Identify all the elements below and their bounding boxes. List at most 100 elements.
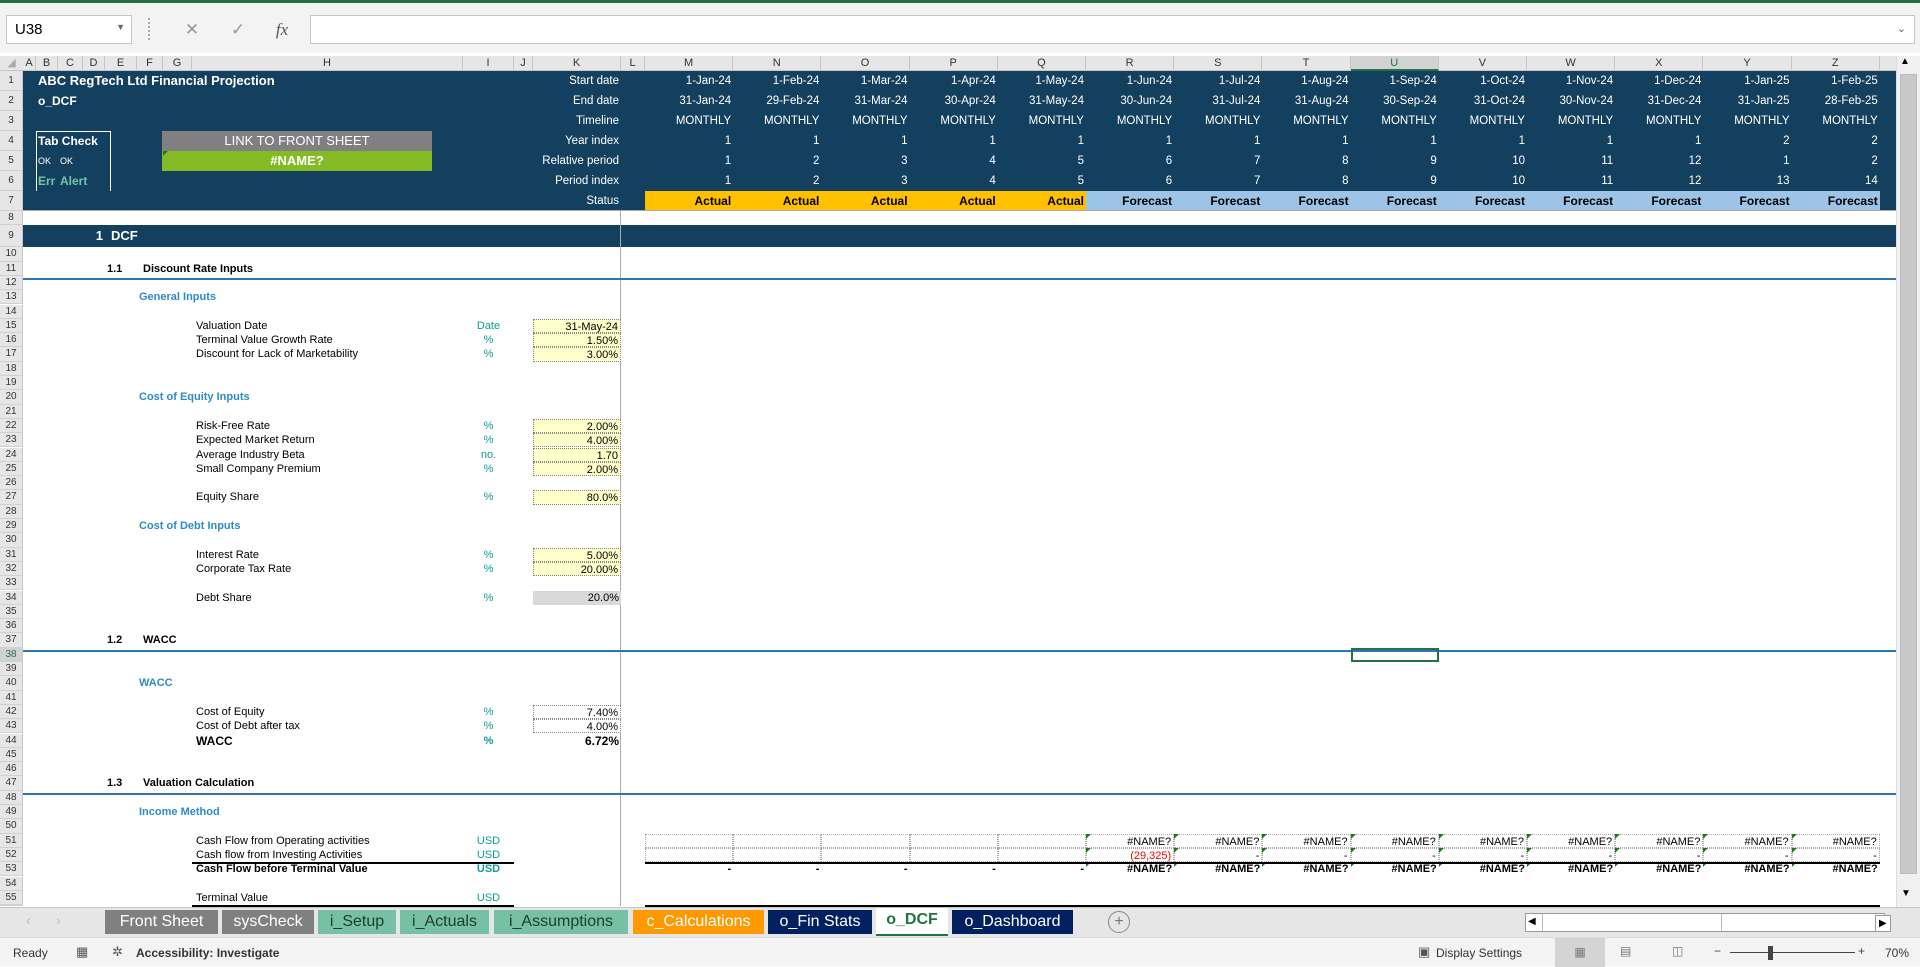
column-header-f[interactable]: F — [137, 56, 163, 71]
scroll-down-icon[interactable]: ▼ — [1901, 888, 1911, 899]
accessibility-icon[interactable]: ✲ — [112, 944, 123, 960]
row-header[interactable]: 51 — [0, 833, 23, 848]
column-header-m[interactable]: M — [645, 56, 734, 71]
row-header[interactable]: 27 — [0, 490, 23, 505]
row-header[interactable]: 14 — [0, 304, 23, 319]
column-header-x[interactable]: X — [1615, 56, 1704, 71]
row-header[interactable]: 13 — [0, 290, 23, 305]
scroll-right-icon[interactable]: ▶ — [1875, 915, 1891, 932]
accessibility-status[interactable]: Accessibility: Investigate — [136, 946, 279, 960]
row-header[interactable]: 18 — [0, 361, 23, 376]
sheet-tab[interactable]: i_Setup — [318, 910, 396, 934]
column-header-q[interactable]: Q — [998, 56, 1086, 71]
column-header-k[interactable]: K — [533, 56, 621, 71]
zoom-in-button[interactable]: + — [1858, 944, 1865, 958]
column-header-d[interactable]: D — [83, 56, 105, 71]
column-header-a[interactable]: A — [23, 56, 36, 71]
column-header-p[interactable]: P — [910, 56, 998, 71]
row-header[interactable]: 32 — [0, 561, 23, 577]
input-value[interactable]: 2.00% — [533, 461, 621, 477]
row-header[interactable]: 15 — [0, 318, 23, 334]
row-header[interactable]: 7 — [0, 191, 23, 211]
row-header[interactable]: 22 — [0, 418, 23, 434]
scroll-up-icon[interactable]: ▲ — [1900, 56, 1910, 67]
column-header-u[interactable]: U — [1350, 56, 1439, 71]
sheet-tab[interactable]: i_Actuals — [400, 910, 489, 934]
column-header-y[interactable]: Y — [1703, 56, 1792, 71]
row-header[interactable]: 48 — [0, 790, 23, 805]
row-header[interactable]: 3 — [0, 111, 23, 131]
row-header[interactable]: 44 — [0, 733, 23, 748]
column-header-j[interactable]: J — [514, 56, 533, 71]
row-header[interactable]: 30 — [0, 533, 23, 548]
scroll-left-icon[interactable]: ◀ — [1528, 916, 1536, 927]
row-header[interactable]: 40 — [0, 676, 23, 691]
sheet-tab[interactable]: c_Calculations — [633, 910, 764, 934]
zoom-slider-handle[interactable] — [1768, 946, 1773, 960]
input-value[interactable]: 1.50% — [533, 333, 621, 348]
horizontal-scroll-thumb[interactable] — [1542, 914, 1722, 931]
row-header[interactable]: 39 — [0, 662, 23, 677]
column-header-s[interactable]: S — [1174, 56, 1263, 71]
sheet-tab[interactable]: o_Fin Stats — [768, 910, 872, 934]
expand-formula-bar-icon[interactable]: ⌄ — [1897, 22, 1906, 35]
row-header[interactable]: 19 — [0, 376, 23, 391]
row-header[interactable]: 56 — [0, 905, 23, 907]
column-header-h[interactable]: H — [192, 56, 463, 71]
row-header[interactable]: 36 — [0, 619, 23, 634]
row-header[interactable]: 34 — [0, 590, 23, 605]
column-header-b[interactable]: B — [36, 56, 58, 71]
row-header[interactable]: 45 — [0, 747, 23, 763]
input-value[interactable]: 5.00% — [533, 547, 621, 562]
row-header[interactable]: 52 — [0, 847, 23, 863]
column-header-e[interactable]: E — [105, 56, 137, 71]
row-header[interactable]: 33 — [0, 576, 23, 591]
sheet-tab[interactable]: o_Dashboard — [952, 910, 1073, 934]
column-header-c[interactable]: C — [58, 56, 83, 71]
column-header-i[interactable]: I — [463, 56, 514, 71]
sheet-tab[interactable]: Front Sheet — [105, 910, 218, 934]
row-header[interactable]: 41 — [0, 690, 23, 705]
add-sheet-icon[interactable]: + — [1108, 911, 1130, 933]
row-header[interactable]: 6 — [0, 171, 23, 191]
row-header[interactable]: 35 — [0, 604, 23, 620]
tab-scroll-right-icon[interactable]: › — [56, 912, 61, 928]
input-value[interactable]: 31-May-24 — [533, 318, 621, 334]
row-header[interactable]: 11 — [0, 261, 23, 276]
input-value[interactable]: 1.70 — [533, 447, 621, 462]
row-header[interactable]: 28 — [0, 504, 23, 519]
vertical-scroll-thumb[interactable] — [1900, 74, 1917, 874]
row-header[interactable]: 55 — [0, 890, 23, 906]
page-break-view-icon[interactable]: ◫ — [1672, 944, 1683, 958]
column-header-o[interactable]: O — [821, 56, 910, 71]
row-header[interactable]: 5 — [0, 151, 23, 171]
row-header[interactable]: 17 — [0, 347, 23, 362]
sheet-tab[interactable]: sysCheck — [222, 910, 314, 934]
row-header[interactable]: 42 — [0, 704, 23, 720]
row-header[interactable]: 8 — [0, 211, 23, 226]
name-box[interactable]: U38 ▼ — [6, 15, 132, 44]
column-header-z[interactable]: Z — [1792, 56, 1880, 71]
input-value[interactable]: 2.00% — [533, 418, 621, 434]
row-header[interactable]: 53 — [0, 862, 23, 877]
row-header[interactable]: 24 — [0, 447, 23, 462]
macro-recording-icon[interactable]: ▦ — [76, 944, 88, 960]
row-header[interactable]: 38 — [0, 647, 23, 662]
cancel-icon[interactable]: ✕ — [172, 15, 212, 44]
row-header[interactable]: 50 — [0, 819, 23, 834]
link-to-front-sheet-button[interactable]: LINK TO FRONT SHEET — [162, 131, 432, 151]
chevron-down-icon[interactable]: ▼ — [116, 22, 125, 32]
column-header-n[interactable]: N — [733, 56, 822, 71]
column-header-l[interactable]: L — [621, 56, 645, 71]
vertical-scrollbar[interactable]: ▲ ▼ — [1896, 56, 1920, 907]
column-header-w[interactable]: W — [1527, 56, 1616, 71]
row-header[interactable]: 54 — [0, 876, 23, 891]
row-header[interactable]: 46 — [0, 762, 23, 777]
row-header[interactable]: 29 — [0, 519, 23, 534]
row-header[interactable]: 26 — [0, 476, 23, 491]
row-header[interactable]: 10 — [0, 247, 23, 262]
column-header-r[interactable]: R — [1086, 56, 1175, 71]
display-settings-icon[interactable]: ▣ — [1418, 944, 1430, 960]
sheet-tab[interactable]: o_DCF — [876, 908, 948, 936]
zoom-level[interactable]: 70% — [1885, 946, 1909, 960]
